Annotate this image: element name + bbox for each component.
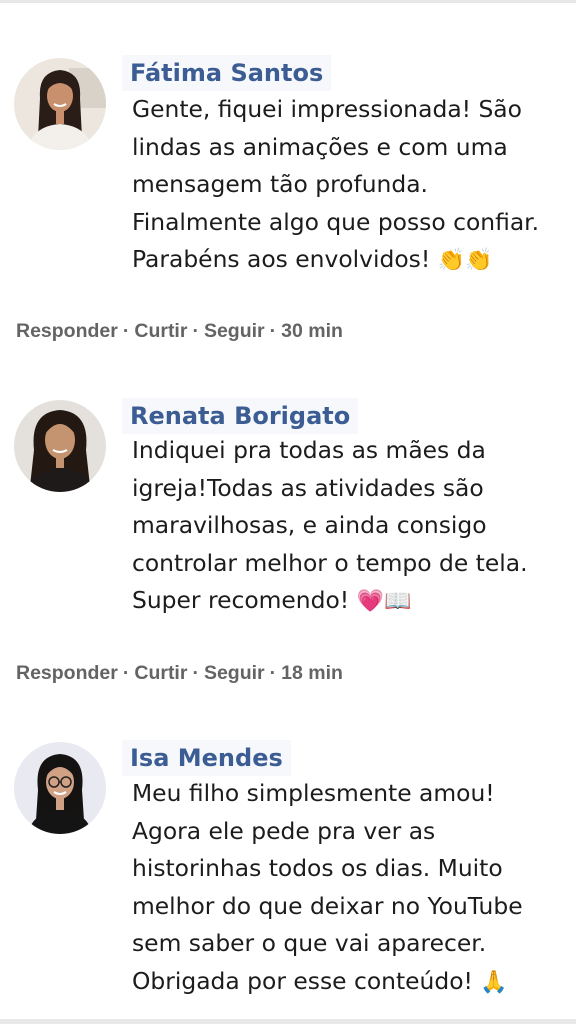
follow-link[interactable]: Seguir <box>204 662 265 684</box>
follow-link[interactable]: Seguir <box>204 320 265 342</box>
comment-text: Gente, fiquei impressionada! São lindas … <box>132 91 572 280</box>
separator: · <box>122 320 130 342</box>
separator: · <box>269 320 277 342</box>
like-link[interactable]: Curtir <box>134 320 187 342</box>
praying-hands-icon: 🙏 <box>480 969 508 995</box>
comment-body: Gente, fiquei impressionada! São lindas … <box>132 95 540 273</box>
author-name[interactable]: Fátima Santos <box>122 55 332 91</box>
reply-link[interactable]: Responder <box>16 320 118 342</box>
heart-book-icon: 💗📖 <box>356 589 412 614</box>
separator: · <box>269 662 277 684</box>
avatar[interactable] <box>14 58 106 150</box>
comment-text: Indiquei pra todas as mães da igreja!Tod… <box>132 432 572 621</box>
avatar[interactable] <box>14 400 106 492</box>
separator: · <box>192 662 199 684</box>
author-name[interactable]: Isa Mendes <box>122 740 291 776</box>
author-name[interactable]: Renata Borigato <box>122 398 359 434</box>
avatar[interactable] <box>14 742 106 834</box>
comment-actions: Responder · Curtir · Seguir · 18 min <box>16 662 343 685</box>
timestamp: 30 min <box>281 320 343 342</box>
bottom-divider <box>0 1019 576 1024</box>
top-divider <box>0 0 576 3</box>
comment-actions: Responder · Curtir · Seguir · 30 min <box>16 320 343 343</box>
reply-link[interactable]: Responder <box>16 662 118 684</box>
separator: · <box>122 662 130 684</box>
clapping-hands-icon: 👏👏 <box>437 248 493 273</box>
separator: · <box>192 320 199 342</box>
like-link[interactable]: Curtir <box>134 662 187 684</box>
comment-body: Indiquei pra todas as mães da igreja!Tod… <box>132 436 528 614</box>
comment-text: Meu filho simplesmente amou! Agora ele p… <box>132 775 572 1001</box>
timestamp: 18 min <box>281 662 343 684</box>
comment-body: Meu filho simplesmente amou! Agora ele p… <box>132 779 523 995</box>
